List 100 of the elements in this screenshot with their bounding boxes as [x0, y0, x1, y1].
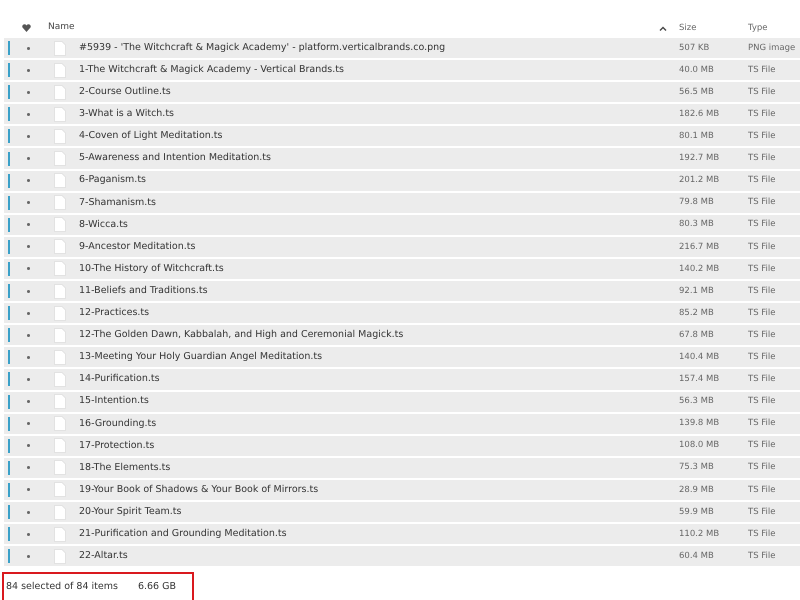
bullet-icon	[27, 134, 30, 138]
file-row[interactable]: 18-The Elements.ts 75.3 MB TS File	[4, 458, 800, 478]
file-row[interactable]: 16-Grounding.ts 139.8 MB TS File	[4, 414, 800, 434]
file-row[interactable]: 20-Your Spirit Team.ts 59.9 MB TS File	[4, 502, 800, 522]
file-type: TS File	[748, 197, 776, 208]
file-icon	[54, 394, 66, 410]
file-icon	[54, 195, 66, 210]
file-size: 110.2 MB	[679, 528, 720, 539]
file-type: TS File	[748, 396, 776, 406]
file-type: TS File	[748, 528, 776, 539]
file-row[interactable]: 12-Practices.ts 85.2 MB TS File	[4, 303, 800, 324]
file-type: TS File	[748, 308, 776, 318]
bullet-icon	[27, 201, 30, 204]
file-size: 201.2 MB	[679, 175, 720, 186]
column-header[interactable]: Type	[748, 22, 768, 33]
file-row[interactable]: 21-Purification and Grounding Meditation.ts 110.2 MB TS File	[4, 524, 800, 544]
file-type: PNG image	[748, 42, 796, 53]
file-size: 60.4 MB	[679, 550, 714, 561]
file-name: 1-The Witchcraft & Magick Academy - Vertical Brands.ts	[79, 64, 344, 76]
file-row[interactable]: 14-Purification.ts 157.4 MB TS File	[4, 369, 800, 390]
file-type: TS File	[748, 352, 776, 362]
file-name: 11-Beliefs and Traditions.ts	[79, 284, 208, 296]
file-name: 3-What is a Witch.ts	[79, 108, 174, 120]
file-row[interactable]: 7-Shamanism.ts 79.8 MB TS File	[4, 192, 800, 213]
file-row[interactable]: 4-Coven of Light Meditation.ts 80.1 MB TS File	[4, 126, 800, 146]
file-row[interactable]: 15-Intention.ts 56.3 MB TS File	[4, 392, 800, 412]
file-row[interactable]: 6-Paganism.ts 201.2 MB TS File	[4, 170, 800, 191]
file-name: 22-Altar.ts	[79, 550, 128, 562]
file-row[interactable]: 13-Meeting Your Holy Guardian Angel Meditation.ts 140.4 MB TS File	[4, 347, 800, 368]
file-icon	[54, 306, 66, 321]
file-type: TS File	[748, 418, 776, 428]
file-size: 28.9 MB	[679, 484, 714, 495]
bullet-icon	[27, 157, 30, 160]
file-name: 13-Meeting Your Holy Guardian Angel Meditation.ts	[79, 351, 322, 362]
file-type: TS File	[748, 462, 776, 472]
bullet-icon	[27, 46, 30, 50]
file-row[interactable]: 11-Beliefs and Traditions.ts 92.1 MB TS File	[4, 281, 800, 302]
file-row[interactable]: 2-Course Outline.ts 56.5 MB TS File	[4, 82, 800, 102]
file-row[interactable]: 10-The History of Witchcraft.ts 140.2 MB TS File	[4, 258, 800, 280]
file-type: TS File	[748, 286, 776, 296]
selection-count: 84 selected of 84 items	[6, 580, 118, 594]
bullet-icon	[27, 334, 30, 337]
file-name: 16-Grounding.ts	[79, 418, 156, 429]
file-name: 10-The History of Witchcraft.ts	[79, 262, 224, 274]
bullet-icon	[27, 466, 30, 470]
bullet-icon	[27, 554, 30, 558]
file-name: 15-Intention.ts	[79, 395, 149, 406]
file-row[interactable]: 5-Awareness and Intention Meditation.ts 192.7 MB TS File	[4, 148, 800, 169]
file-size: 507 KB	[679, 42, 710, 53]
file-icon	[54, 62, 66, 78]
file-size: 182.6 MB	[679, 108, 720, 119]
bullet-icon	[27, 488, 30, 492]
file-row[interactable]: 8-Wicca.ts 80.3 MB TS File	[4, 214, 800, 235]
file-name: 7-Shamanism.ts	[79, 196, 156, 208]
file-type: TS File	[748, 330, 776, 340]
file-row[interactable]: 1-The Witchcraft & Magick Academy - Vertical Brands.ts 40.0 MB TS File	[4, 60, 800, 80]
file-size: 139.8 MB	[679, 418, 720, 428]
bullet-icon	[27, 245, 30, 248]
file-type: TS File	[748, 86, 776, 97]
file-icon	[54, 239, 66, 254]
column-header[interactable]: Size	[679, 22, 696, 33]
file-type: TS File	[748, 506, 776, 517]
file-name: 5-Awareness and Intention Meditation.ts	[79, 152, 271, 164]
file-name: #5939 - 'The Witchcraft & Magick Academy' - platform.verticalbrands.co.png	[79, 42, 446, 53]
file-icon	[54, 261, 66, 276]
file-size: 80.1 MB	[679, 131, 714, 142]
file-icon	[54, 438, 66, 454]
file-row[interactable]: 12-The Golden Dawn, Kabbalah, and High and Ceremonial Magick.ts 67.8 MB TS File	[4, 325, 800, 346]
file-type: TS File	[748, 153, 776, 164]
file-name: 20-Your Spirit Team.ts	[79, 506, 182, 517]
file-name: 4-Coven of Light Meditation.ts	[79, 130, 222, 142]
file-icon	[54, 328, 66, 343]
file-size: 56.3 MB	[679, 396, 714, 406]
file-size: 216.7 MB	[679, 242, 720, 252]
file-type: TS File	[748, 108, 776, 119]
file-size: 140.4 MB	[679, 352, 720, 362]
bullet-icon	[27, 223, 30, 226]
file-name: 2-Course Outline.ts	[79, 86, 171, 98]
bullet-icon	[27, 356, 30, 359]
file-size: 40.0 MB	[679, 64, 714, 75]
file-icon	[54, 173, 66, 188]
file-row[interactable]: #5939 - 'The Witchcraft & Magick Academy' - platform.verticalbrands.co.png 507 KB PNG image	[4, 38, 800, 58]
file-size: 157.4 MB	[679, 374, 720, 384]
column-header[interactable]: Name	[48, 22, 75, 32]
file-type: TS File	[748, 175, 776, 186]
file-row[interactable]: 19-Your Book of Shadows & Your Book of Mirrors.ts 28.9 MB TS File	[4, 480, 800, 500]
file-name: 9-Ancestor Meditation.ts	[79, 240, 196, 252]
file-type: TS File	[748, 550, 776, 561]
file-row[interactable]: 9-Ancestor Meditation.ts 216.7 MB TS File	[4, 236, 800, 257]
file-row[interactable]: 17-Protection.ts 108.0 MB TS File	[4, 436, 800, 456]
file-row[interactable]: 22-Altar.ts 60.4 MB TS File	[4, 546, 800, 566]
file-icon	[54, 504, 66, 520]
file-row[interactable]: 3-What is a Witch.ts 182.6 MB TS File	[4, 104, 800, 124]
bullet-icon	[27, 112, 30, 116]
bullet-icon	[27, 400, 30, 404]
file-name: 14-Purification.ts	[79, 373, 160, 384]
file-type: TS File	[748, 64, 776, 75]
file-name: 12-Practices.ts	[79, 307, 150, 318]
file-icon	[54, 372, 66, 387]
file-icon	[54, 416, 66, 432]
